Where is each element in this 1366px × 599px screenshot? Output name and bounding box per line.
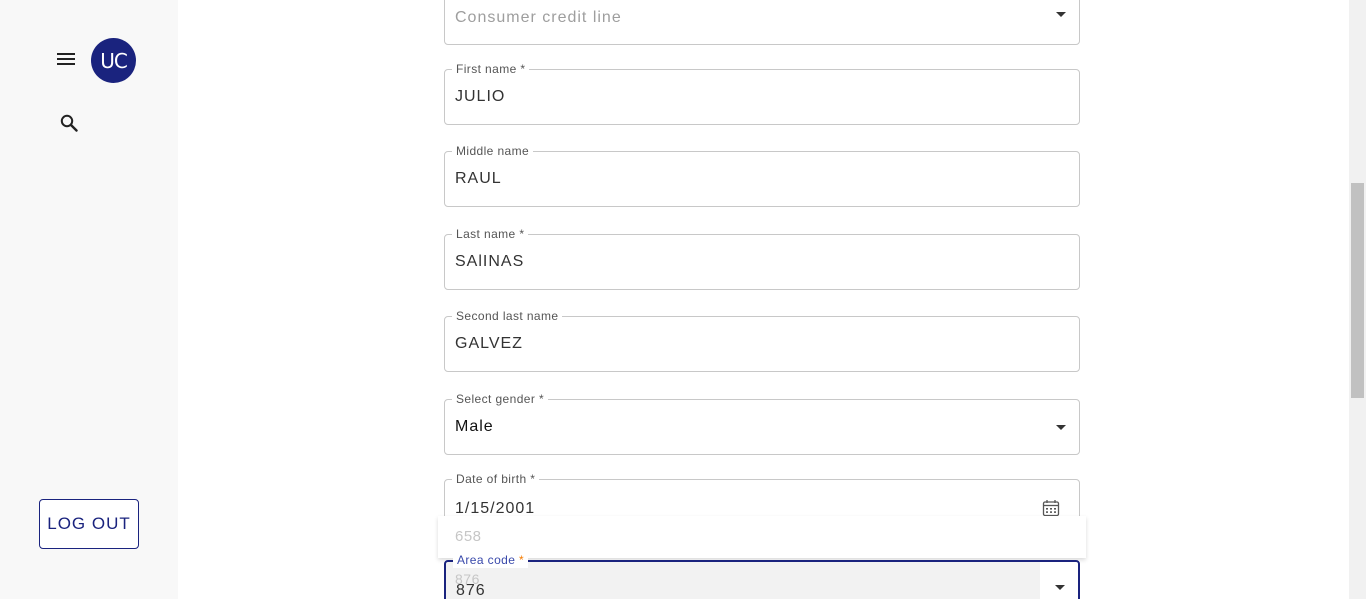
logout-button[interactable]: LOG OUT <box>39 499 139 549</box>
last-name-field[interactable]: Last name * SAlINAS <box>444 226 1080 290</box>
dob-label: Date of birth * <box>452 471 540 487</box>
first-name-label: First name * <box>452 61 530 77</box>
chevron-down-icon <box>1055 585 1065 590</box>
middle-name-value: RAUL <box>455 170 502 187</box>
hamburger-menu-icon[interactable] <box>56 51 76 67</box>
avatar[interactable]: UC <box>91 38 136 83</box>
chevron-down-icon <box>1056 12 1066 17</box>
search-icon[interactable] <box>59 113 79 133</box>
second-last-name-label: Second last name <box>452 308 563 324</box>
gender-value: Male <box>455 418 494 435</box>
calendar-icon[interactable] <box>1042 499 1060 517</box>
middle-name-label: Middle name <box>452 143 534 159</box>
first-name-value: JULIO <box>455 88 506 105</box>
logout-button-label: LOG OUT <box>47 514 131 533</box>
chevron-down-icon <box>1056 425 1066 430</box>
last-name-label: Last name * <box>452 226 529 242</box>
area-code-label-text: Area code <box>457 553 516 567</box>
scrollbar-thumb[interactable] <box>1351 183 1364 398</box>
gender-select[interactable]: Select gender * Male <box>444 391 1080 455</box>
credit-line-select[interactable]: Consumer credit line <box>444 0 1080 45</box>
required-mark: * <box>519 553 525 567</box>
sidebar: UC LOG OUT <box>0 0 178 599</box>
scrollbar[interactable] <box>1349 0 1366 599</box>
main-content: Consumer credit line First name * JULIO … <box>178 0 1349 599</box>
gender-label: Select gender * <box>452 391 549 407</box>
avatar-initials: UC <box>100 48 128 73</box>
area-code-field[interactable]: Area code * 876 876 <box>444 552 1080 599</box>
autocomplete-dropdown[interactable] <box>438 516 1086 558</box>
last-name-value: SAlINAS <box>455 253 525 270</box>
second-last-name-field[interactable]: Second last name GALVEZ <box>444 308 1080 372</box>
second-last-name-value: GALVEZ <box>455 335 523 352</box>
first-name-field[interactable]: First name * JULIO <box>444 61 1080 125</box>
area-code-value: 876 <box>456 582 486 599</box>
middle-name-field[interactable]: Middle name RAUL <box>444 143 1080 207</box>
credit-line-value: Consumer credit line <box>455 9 622 26</box>
area-code-label: Area code * <box>453 552 529 568</box>
autocomplete-option[interactable]: 658 <box>455 528 482 545</box>
